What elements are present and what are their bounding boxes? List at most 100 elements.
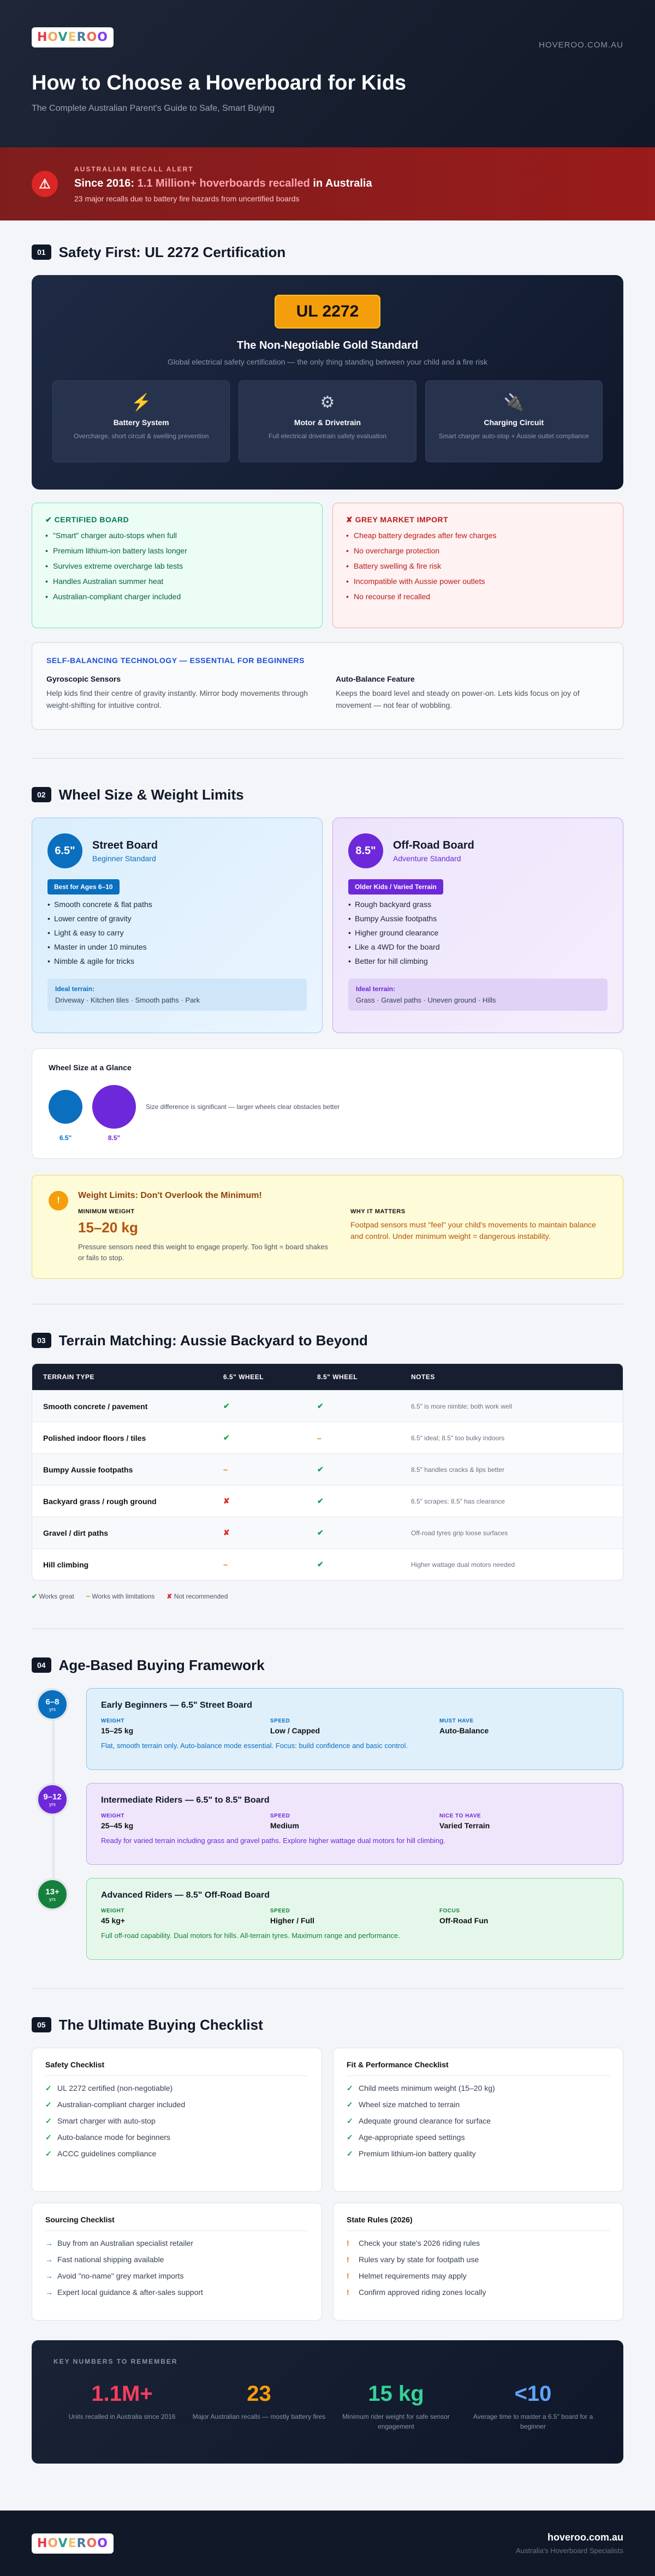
board-name: Street Board <box>92 839 158 851</box>
notes-cell: 8.5" handles cracks & lips better <box>411 1465 505 1474</box>
rating-cell: ✘ <box>223 1496 230 1505</box>
list-item: Nimble & agile for tricks <box>47 957 307 965</box>
section-number: 02 <box>32 787 51 802</box>
stat-value: Varied Terrain <box>439 1821 490 1830</box>
section-wheels: 02 Wheel Size & Weight Limits 6.5" Street … <box>0 784 655 1279</box>
board-sub: Beginner Standard <box>92 854 156 863</box>
checklist-item: Avoid "no-name" grey market imports <box>45 2271 308 2280</box>
age-badge: 9–12 yrs <box>36 1783 69 1816</box>
alert-desc: 23 major recalls due to battery fire haz… <box>74 194 300 203</box>
terrain-value: Driveway · Kitchen tiles · Smooth paths … <box>55 996 200 1004</box>
list-item: Like a 4WD for the board <box>348 943 608 951</box>
table-legend: ✔ Works great ~ Works with limitations ✘… <box>32 1593 228 1600</box>
stat-label: WEIGHT <box>101 1718 124 1724</box>
rating-cell: ✔ <box>223 1402 230 1410</box>
key-number: 23 Major Australian recalls — mostly batt… <box>190 2382 327 2431</box>
card-title: SELF-BALANCING TECHNOLOGY — ESSENTIAL FO… <box>46 656 305 665</box>
stat-value: Medium <box>270 1821 299 1830</box>
safety-checklist: Safety Checklist UL 2272 certified (non-n… <box>32 2048 322 2192</box>
rating-cell: – <box>317 1433 321 1442</box>
rating-cell: ~ <box>223 1560 228 1569</box>
col-header: 8.5" WHEEL <box>317 1373 358 1381</box>
checklist-item: Confirm approved riding zones locally <box>347 2288 610 2297</box>
key-numbers: KEY NUMBERS TO REMEMBER 1.1M+ Units recal… <box>32 2340 623 2464</box>
table-row: Gravel / dirt paths ✘ ✔ Off-road tyres grip… <box>32 1517 623 1548</box>
number-desc: Major Australian recalls — mostly batter… <box>192 2413 326 2420</box>
weight-value: 15–20 kg <box>78 1219 138 1236</box>
list-item: Better for hill climbing <box>348 957 608 965</box>
section-number: 01 <box>32 245 51 260</box>
checklist-item: Helmet requirements may apply <box>347 2271 610 2280</box>
section-checklist: 05 The Ultimate Buying Checklist Safety C… <box>0 2014 655 2464</box>
plug-icon: 🔌 <box>503 393 524 412</box>
section-number: 05 <box>32 2017 51 2032</box>
tier-card: Advanced Riders — 8.5" Off-Road Board WE… <box>86 1878 623 1960</box>
stat-value: 15–25 kg <box>101 1726 134 1735</box>
number-value: 1.1M+ <box>91 2382 153 2406</box>
stat-value: Higher / Full <box>270 1916 314 1925</box>
box-name: Charging Circuit <box>484 418 544 427</box>
self-balancing-card: SELF-BALANCING TECHNOLOGY — ESSENTIAL FO… <box>32 642 623 730</box>
wheel-size-badge: 6.5" <box>47 833 82 868</box>
section-number: 03 <box>32 1333 51 1348</box>
list-item: Rough backyard grass <box>348 900 608 909</box>
table-row: Bumpy Aussie footpaths ~ ✔ 8.5" handles cra… <box>32 1453 623 1485</box>
card-title: Sourcing Checklist <box>45 2215 308 2231</box>
site-url[interactable]: HOVEROO.COM.AU <box>539 40 623 50</box>
table-row: Hill climbing ~ ✔ Higher wattage dual motor… <box>32 1548 623 1580</box>
logo[interactable]: HOVEROO <box>32 27 114 47</box>
section-age: 04 Age-Based Buying Framework 6–8 yrs Earl… <box>0 1654 655 1960</box>
box-desc: Full electrical drivetrain safety evalua… <box>268 432 387 440</box>
feature-name: Gyroscopic Sensors <box>46 675 121 683</box>
checklist-item: Buy from an Australian specialist retail… <box>45 2239 308 2247</box>
checklist-item: Rules vary by state for footpath use <box>347 2255 610 2264</box>
list-item: Lower centre of gravity <box>47 914 307 923</box>
list-item: "Smart" charger auto-stops when full <box>45 531 309 540</box>
key-number: 1.1M+ Units recalled in Australia since 2… <box>53 2382 190 2431</box>
stat-value: Low / Capped <box>270 1726 320 1735</box>
col-header: 6.5" WHEEL <box>223 1373 264 1381</box>
weight-label: MINIMUM WEIGHT <box>78 1208 135 1215</box>
alert-kicker: AUSTRALIAN RECALL ALERT <box>74 165 194 173</box>
stat-value: Off-Road Fun <box>439 1916 489 1925</box>
checklist-item: Check your state's 2026 riding rules <box>347 2239 610 2247</box>
card-title: KEY NUMBERS TO REMEMBER <box>53 2358 178 2365</box>
tier-title: Advanced Riders — 8.5" Off-Road Board <box>101 1891 270 1900</box>
stat-label: NICE TO HAVE <box>439 1813 481 1819</box>
tier-card: Intermediate Riders — 6.5" to 8.5" Board… <box>86 1783 623 1865</box>
header: HOVEROO HOVEROO.COM.AU How to Choose a H… <box>0 0 655 147</box>
checklist-item: ACCC guidelines compliance <box>45 2149 308 2158</box>
glance-desc: Size difference is significant — larger … <box>146 1103 340 1111</box>
list-item: Higher ground clearance <box>348 928 608 937</box>
large-wheel-label: 8.5" <box>108 1134 121 1142</box>
checklist-item: Wheel size matched to terrain <box>347 2100 610 2109</box>
age-tier: 13+ yrs Advanced Riders — 8.5" Off-Road B… <box>32 1878 623 1960</box>
small-wheel-icon <box>49 1090 82 1124</box>
tier-desc: Full off-road capability. Dual motors fo… <box>101 1931 400 1940</box>
stat-label: SPEED <box>270 1908 290 1914</box>
terrain-cell: Hill climbing <box>43 1560 89 1569</box>
legend-item: Works great <box>39 1593 74 1600</box>
card-title: Safety Checklist <box>45 2060 308 2076</box>
terrain-value: Grass · Gravel paths · Uneven ground · H… <box>356 996 496 1004</box>
section-terrain: 03 Terrain Matching: Aussie Backyard to B… <box>0 1329 655 1600</box>
footer-site[interactable]: hoveroo.com.au <box>516 2532 623 2543</box>
key-number: 15 kg Minimum rider weight for safe senso… <box>327 2382 465 2431</box>
key-number: <10 Average time to master a 6.5" board f… <box>465 2382 602 2431</box>
table-row: Backyard grass / rough ground ✘ ✔ 6.5" scra… <box>32 1485 623 1517</box>
stat-label: WEIGHT <box>101 1813 124 1819</box>
stat-label: FOCUS <box>439 1908 460 1914</box>
checklist-item: Child meets minimum weight (15–20 kg) <box>347 2084 610 2093</box>
section-title: The Ultimate Buying Checklist <box>58 2016 263 2033</box>
card-title: ✔ CERTIFIED BOARD <box>45 515 129 524</box>
why-desc: Footpad sensors must "feel" your child's… <box>350 1220 596 1241</box>
ul-desc: Global electrical safety certification —… <box>168 357 487 366</box>
checklist-item: Premium lithium-ion battery quality <box>347 2149 610 2158</box>
page-title: How to Choose a Hoverboard for Kids <box>32 71 407 94</box>
card-title: Fit & Performance Checklist <box>347 2060 610 2076</box>
list-item: Survives extreme overcharge lab tests <box>45 562 309 570</box>
box-name: Motor & Drivetrain <box>294 418 361 427</box>
footer-logo[interactable]: HOVEROO <box>32 2533 114 2554</box>
section-number: 04 <box>32 1657 51 1673</box>
ul-badge: UL 2272 <box>274 295 381 329</box>
